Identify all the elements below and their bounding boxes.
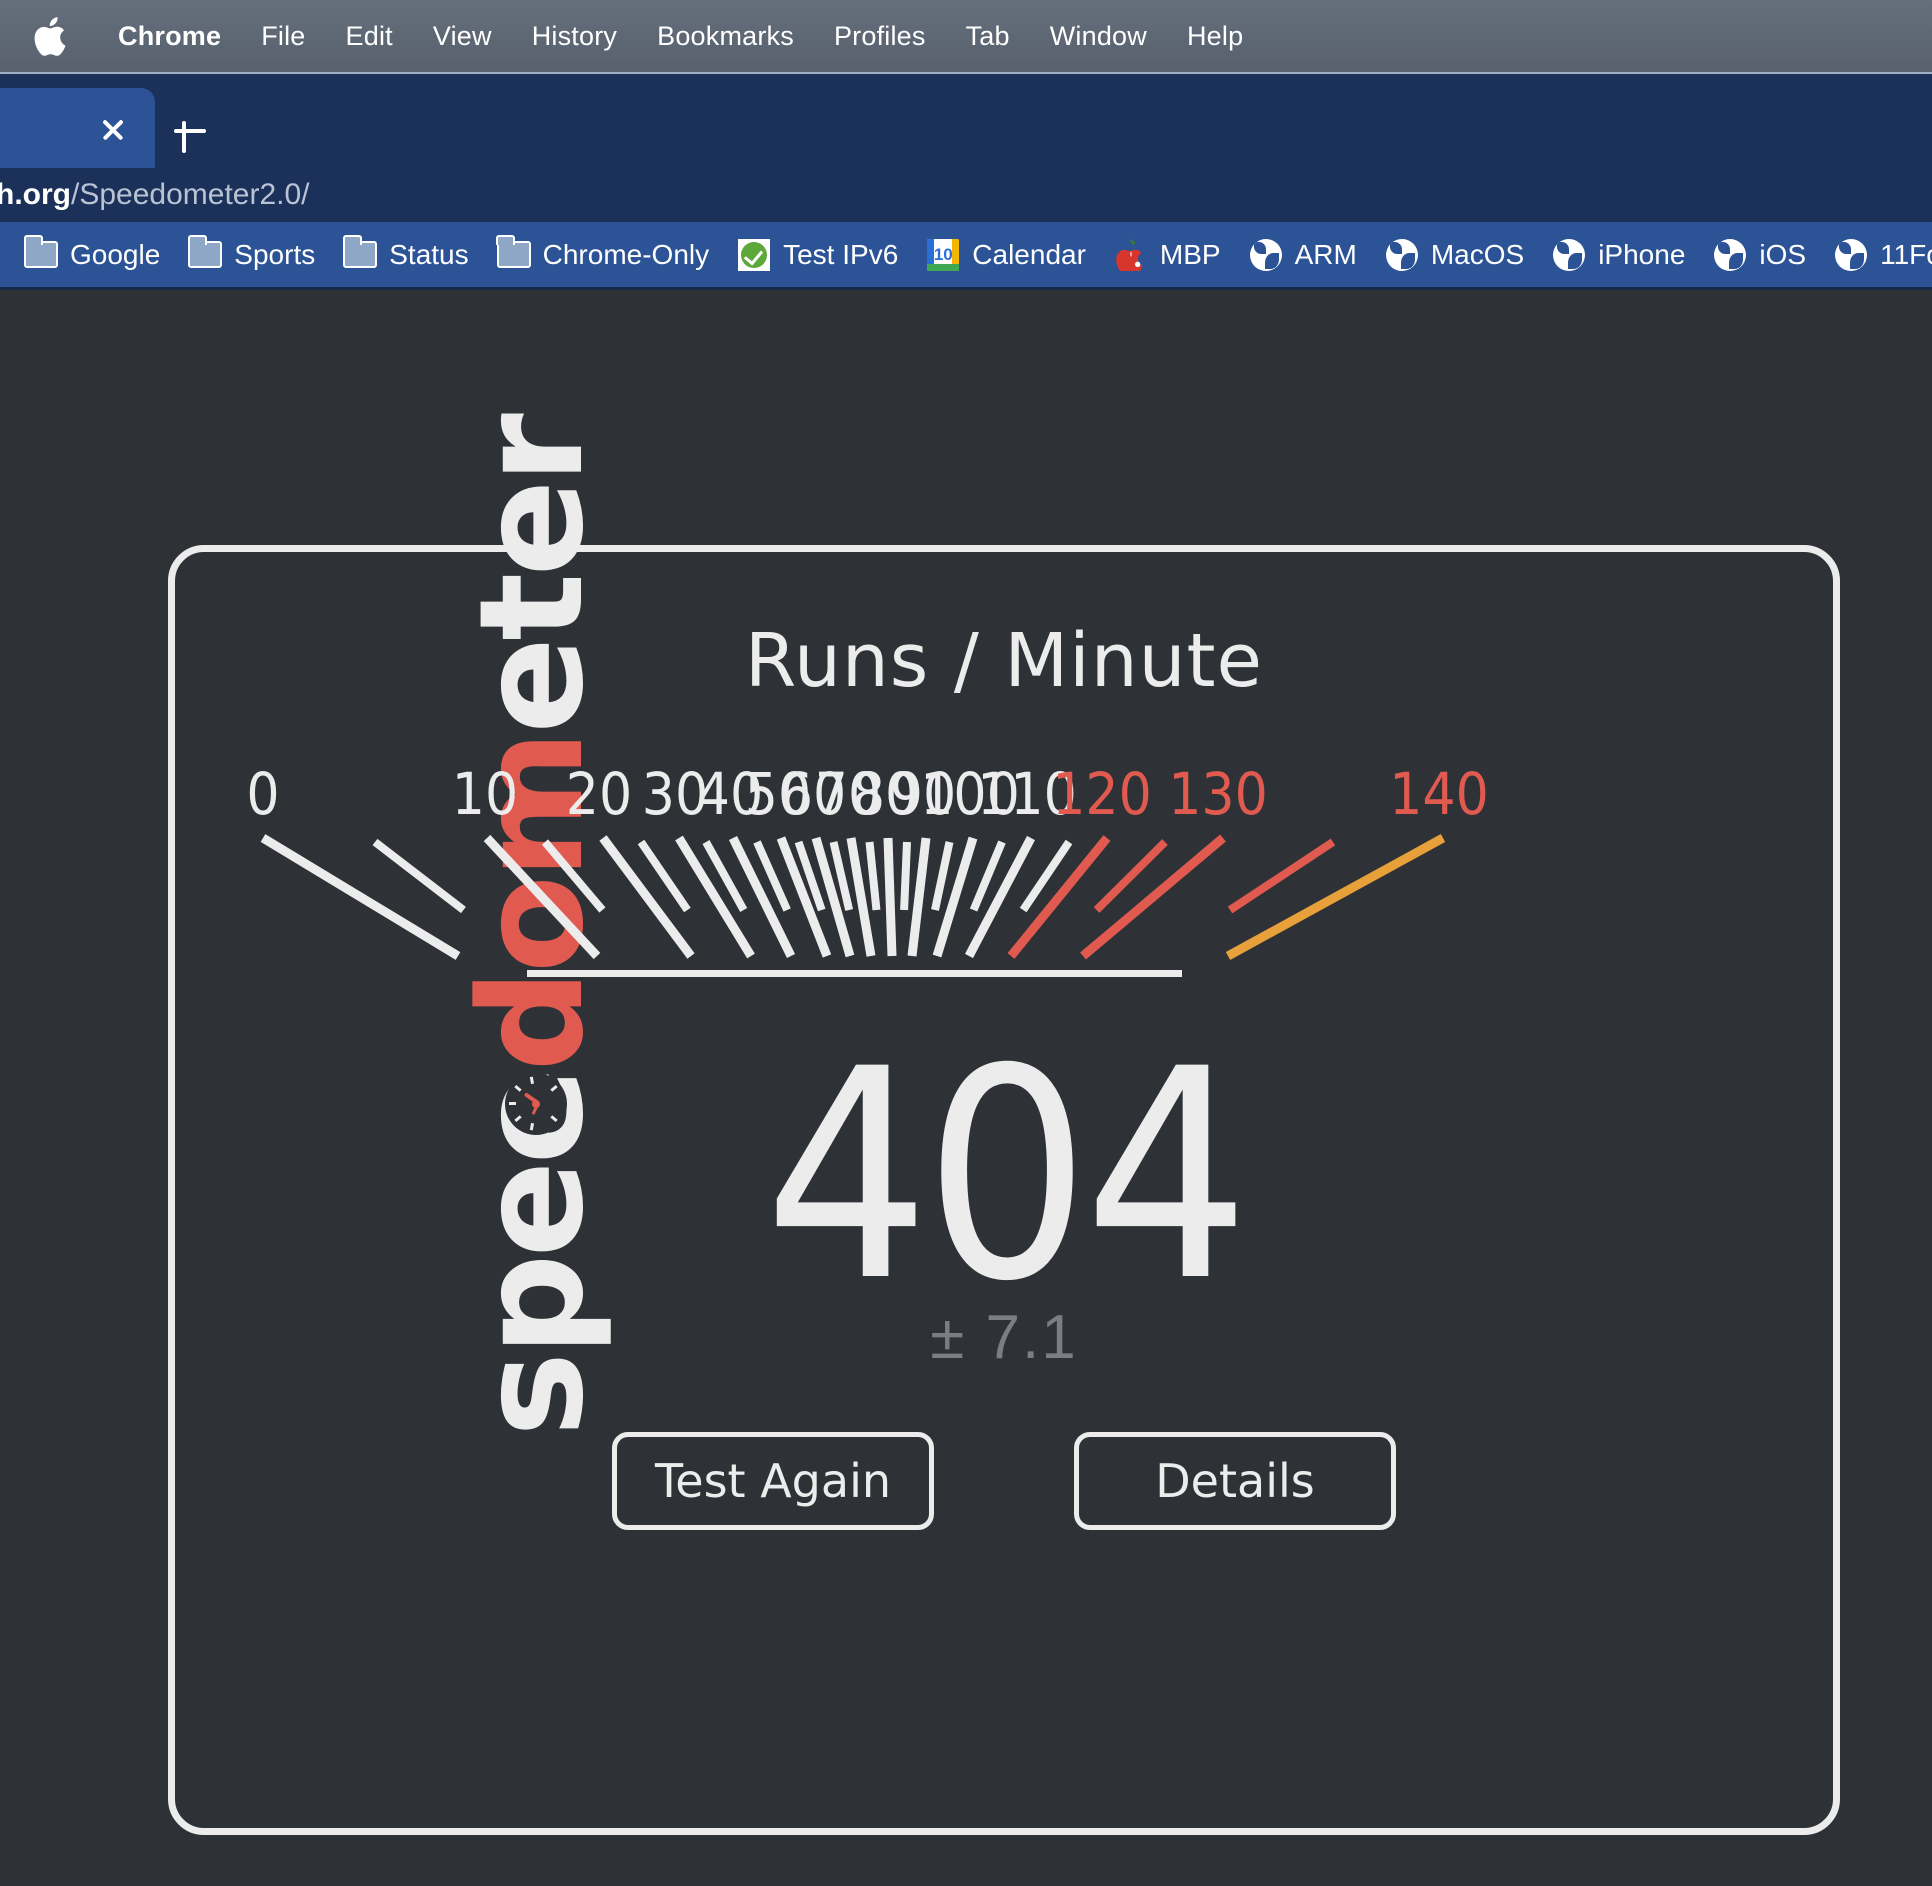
bookmark-label: Status [389, 238, 469, 270]
bookmark-test-ipv6[interactable]: Test IPv6 [723, 238, 912, 272]
macos-menubar: Chrome File Edit View History Bookmarks Profil… [0, 0, 1932, 72]
omnibox[interactable]: h.org/Speedometer2.0/ [0, 168, 1932, 222]
gauge-tick-major [483, 834, 601, 960]
menubar-item-bookmarks[interactable]: Bookmarks [637, 22, 814, 50]
menubar-item-edit[interactable]: Edit [326, 22, 413, 50]
score-error-margin: ± 7.1 [930, 1303, 1078, 1372]
bookmark-iphone[interactable]: iPhone [1538, 238, 1699, 272]
bookmark-ios[interactable]: iOS [1699, 238, 1820, 272]
bookmark-label: iOS [1759, 238, 1807, 270]
browser-tab-active[interactable] [0, 88, 155, 170]
menubar-item-history[interactable]: History [512, 22, 637, 50]
menubar-item-file[interactable]: File [241, 22, 325, 50]
page-content: speedometer Runs / Minute 0 10 20 30 40 … [0, 293, 1932, 1886]
bookmark-11forum[interactable]: 11Forum [1820, 238, 1932, 272]
folder-icon [23, 235, 58, 272]
bookmark-label: MacOS [1430, 238, 1525, 270]
bookmark-label: ARM [1294, 238, 1357, 270]
close-icon[interactable] [93, 109, 133, 149]
gauge-tick-minor [541, 839, 606, 913]
menubar-item-view[interactable]: View [413, 22, 512, 50]
globe-icon [1385, 238, 1419, 272]
bookmark-label: Google [70, 238, 161, 270]
globe-icon [1249, 238, 1283, 272]
gauge-tick-label: 140 [1389, 760, 1489, 828]
url-text: h.org/Speedometer2.0/ [0, 180, 310, 210]
plus-icon[interactable] [168, 110, 212, 154]
gauge-baseline [527, 970, 1182, 977]
bookmark-macos[interactable]: MacOS [1371, 238, 1538, 272]
gauge-tick-major [907, 837, 931, 957]
bookmark-label: 11Forum [1880, 238, 1932, 270]
bookmarks-bar: Google Sports Status Chrome-Only Test IPv6 10… [0, 222, 1932, 290]
gauge-title: Runs / Minute [744, 618, 1264, 704]
bookmark-label: MBP [1159, 238, 1221, 270]
folder-icon [342, 235, 378, 272]
gauge-tick-label: 20 [566, 760, 632, 828]
menubar-items: Chrome File Edit View History Bookmarks Profil… [98, 22, 1263, 50]
url-host: h.org [0, 178, 71, 211]
folder-icon [496, 235, 531, 272]
gauge-tick-major [883, 837, 897, 957]
gauge-tick-label: 130 [1168, 760, 1268, 828]
details-button[interactable]: Details [1074, 1432, 1396, 1530]
calendar-icon: 10 [926, 238, 960, 272]
button-label: Test Again [655, 1454, 891, 1508]
bookmark-arm[interactable]: ARM [1235, 238, 1371, 272]
speedometer-panel: speedometer Runs / Minute 0 10 20 30 40 … [168, 417, 1840, 1835]
menubar-item-chrome[interactable]: Chrome [98, 22, 241, 50]
action-buttons: Test Again Details [175, 1432, 1833, 1530]
gauge-tick-minor [372, 838, 466, 914]
green-check-icon [737, 238, 771, 272]
gauge-tick-major [932, 836, 978, 958]
gauge-tick-minor [865, 841, 881, 911]
bookmark-sports[interactable]: Sports [174, 235, 329, 272]
gauge-tick-label: 120 [1052, 760, 1152, 828]
bookmark-label: Test IPv6 [783, 238, 899, 270]
globe-icon [1552, 238, 1586, 272]
gauge-tick-major [260, 834, 461, 960]
menubar-item-help[interactable]: Help [1167, 22, 1263, 50]
gauge-tick-label: 10 [452, 760, 518, 828]
url-path: /Speedometer2.0/ [71, 178, 310, 211]
bookmark-label: iPhone [1598, 238, 1686, 270]
gauge-tick-label: 0 [246, 760, 279, 828]
menubar-item-tab[interactable]: Tab [946, 22, 1030, 50]
browser-tabstrip [0, 72, 1932, 170]
bookmark-label: Chrome-Only [542, 238, 710, 270]
menubar-item-window[interactable]: Window [1030, 22, 1167, 50]
folder-icon [187, 235, 223, 272]
bookmark-label: Calendar [972, 238, 1086, 270]
button-label: Details [1155, 1454, 1315, 1508]
bookmark-calendar[interactable]: 10 Calendar [912, 238, 1100, 272]
bookmark-google[interactable]: Google [10, 235, 174, 272]
test-again-button[interactable]: Test Again [612, 1432, 934, 1530]
gauge-tick-minor [931, 841, 954, 911]
bookmark-mbp[interactable]: MBP [1100, 238, 1235, 272]
apple-logo-icon[interactable] [30, 12, 74, 60]
bookmark-label: Sports [234, 238, 316, 270]
gauge-scale: 0 10 20 30 40 50 60 70 80 90 100 110 120 130 140 [175, 742, 1847, 992]
menubar-item-profiles[interactable]: Profiles [814, 22, 946, 50]
bookmark-status[interactable]: Status [329, 235, 482, 272]
gauge-tick-minor [900, 841, 911, 911]
gauge-tick-minor [1227, 838, 1336, 914]
globe-icon [1713, 238, 1747, 272]
globe-icon [1834, 238, 1868, 272]
gauge-tick-major [1225, 834, 1446, 960]
score-value: 404 [764, 1008, 1250, 1345]
red-apple-icon [1114, 238, 1148, 272]
bookmark-chrome-only[interactable]: Chrome-Only [483, 235, 723, 272]
